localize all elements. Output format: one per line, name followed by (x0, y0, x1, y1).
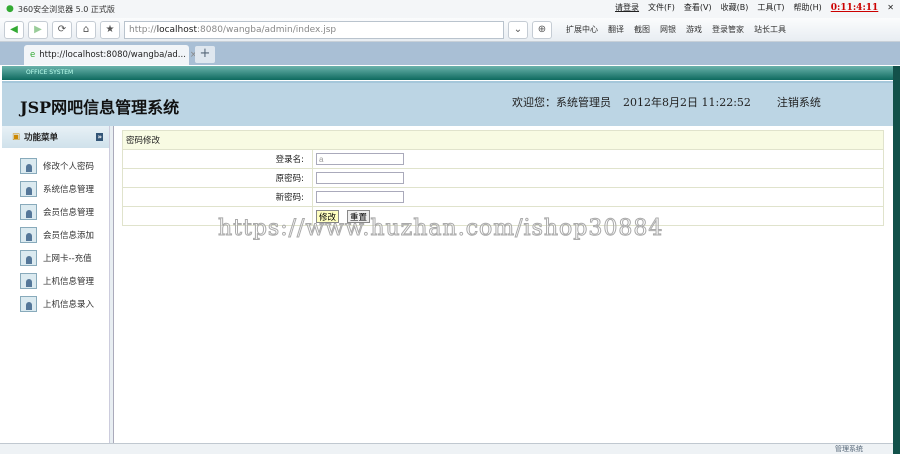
user-icon (20, 226, 37, 243)
menu-tools[interactable]: 工具(T) (757, 2, 784, 13)
favorite-star-button[interactable]: ★ (100, 20, 120, 39)
menu-icon: ▣ (12, 132, 21, 142)
tab-bar: e http://localhost:8080/wangba/ad... × + (0, 42, 900, 65)
forward-button[interactable]: ▶ (28, 20, 48, 39)
tab-label: http://localhost:8080/wangba/ad... (39, 50, 186, 60)
welcome-text: 欢迎您：系统管理员 (512, 96, 611, 109)
url-rest: :8080/wangba/admin/index.jsp (196, 24, 337, 35)
sidebar-splitter[interactable] (110, 126, 114, 443)
sidebar-item-session-manage[interactable]: 上机信息管理 (2, 269, 109, 292)
back-button[interactable]: ◀ (4, 20, 24, 39)
sidebar-item-label: 上机信息录入 (43, 299, 95, 310)
watermark: https://www.huzhan.com/ishop30884 (217, 216, 664, 242)
sidebar-item-label: 会员信息添加 (43, 230, 95, 241)
tool-login-manager[interactable]: 登录管家 (712, 24, 744, 35)
sidebar-item-system-info[interactable]: 系统信息管理 (2, 177, 109, 200)
tool-games[interactable]: 游戏 (686, 24, 702, 35)
form-title: 密码修改 (122, 130, 884, 150)
user-icon (20, 180, 37, 197)
login-link[interactable]: 请登录 (615, 2, 639, 13)
collapse-icon[interactable]: » (96, 133, 103, 141)
menu-file[interactable]: 文件(F) (648, 2, 675, 13)
sidebar-item-change-password[interactable]: 修改个人密码 (2, 154, 109, 177)
url-host: localhost (156, 24, 197, 35)
tool-banking[interactable]: 网银 (660, 24, 676, 35)
window-border (893, 66, 900, 454)
user-icon (20, 295, 37, 312)
tool-translate[interactable]: 翻译 (608, 24, 624, 35)
dropdown-icon[interactable]: ⌄ (508, 20, 528, 39)
address-bar[interactable]: http://localhost:8080/wangba/admin/index… (124, 20, 504, 39)
sidebar-item-member-manage[interactable]: 会员信息管理 (2, 200, 109, 223)
tool-screenshot[interactable]: 截图 (634, 24, 650, 35)
refresh-button[interactable]: ⟳ (52, 20, 72, 39)
new-tab-button[interactable]: + (195, 46, 215, 63)
sidebar-item-member-add[interactable]: 会员信息添加 (2, 223, 109, 246)
old-password-input[interactable] (316, 172, 404, 184)
app-header: JSP网吧信息管理系统 欢迎您：系统管理员 2012年8月2日 11:22:52… (2, 81, 893, 126)
clock-overlay: 0:11:4:11 (830, 2, 879, 13)
new-password-input[interactable] (316, 191, 404, 203)
sidebar-item-session-entry[interactable]: 上机信息录入 (2, 292, 109, 315)
user-icon (20, 249, 37, 266)
user-icon (20, 203, 37, 220)
menu-view[interactable]: 查看(V) (684, 2, 712, 13)
system-banner: OFFICE SYSTEM (2, 66, 893, 80)
password-form: 密码修改 登录名: 原密码: 新密码: 修改重置 (122, 130, 884, 226)
sidebar-item-card-recharge[interactable]: 上网卡--充值 (2, 246, 109, 269)
sidebar-item-label: 修改个人密码 (43, 161, 95, 172)
page-icon: e (30, 50, 36, 60)
navigation-toolbar: ◀ ▶ ⟳ ⌂ ★ http://localhost:8080/wangba/a… (0, 18, 900, 42)
user-icon (20, 272, 37, 289)
tool-webmaster[interactable]: 站长工具 (754, 24, 786, 35)
sidebar-item-label: 系统信息管理 (43, 184, 95, 195)
logout-link[interactable]: 注销系统 (777, 94, 821, 110)
sidebar-item-label: 上网卡--充值 (43, 253, 92, 264)
menu-help[interactable]: 帮助(H) (793, 2, 821, 13)
tool-extensions[interactable]: 扩展中心 (566, 24, 598, 35)
url-prefix: http:// (129, 24, 157, 35)
new-password-label: 新密码: (122, 187, 313, 207)
status-bar: 管理系统 (0, 443, 893, 454)
sidebar: ▣ 功能菜单 » 修改个人密码 系统信息管理 会员信息管理 会员信息添加 上网卡… (2, 126, 110, 443)
menu-header: ▣ 功能菜单 » (2, 126, 109, 148)
menu-favorites[interactable]: 收藏(B) (721, 2, 749, 13)
shield-icon[interactable]: ⊕ (532, 20, 552, 39)
old-password-label: 原密码: (122, 168, 313, 188)
login-name-input[interactable] (316, 153, 404, 165)
home-button[interactable]: ⌂ (76, 20, 96, 39)
app-title: JSP网吧信息管理系统 (20, 98, 180, 117)
browser-logo-icon: ● (6, 4, 14, 14)
menu-title: 功能菜单 (24, 133, 59, 143)
login-name-label: 登录名: (122, 149, 313, 169)
tab-active[interactable]: e http://localhost:8080/wangba/ad... × (24, 45, 197, 65)
browser-title: 360安全浏览器 5.0 正式版 (17, 4, 115, 14)
user-icon (20, 157, 37, 174)
close-icon[interactable]: ✕ (887, 3, 894, 12)
sidebar-item-label: 会员信息管理 (43, 207, 95, 218)
sidebar-item-label: 上机信息管理 (43, 276, 95, 287)
datetime: 2012年8月2日 11:22:52 (623, 96, 751, 109)
